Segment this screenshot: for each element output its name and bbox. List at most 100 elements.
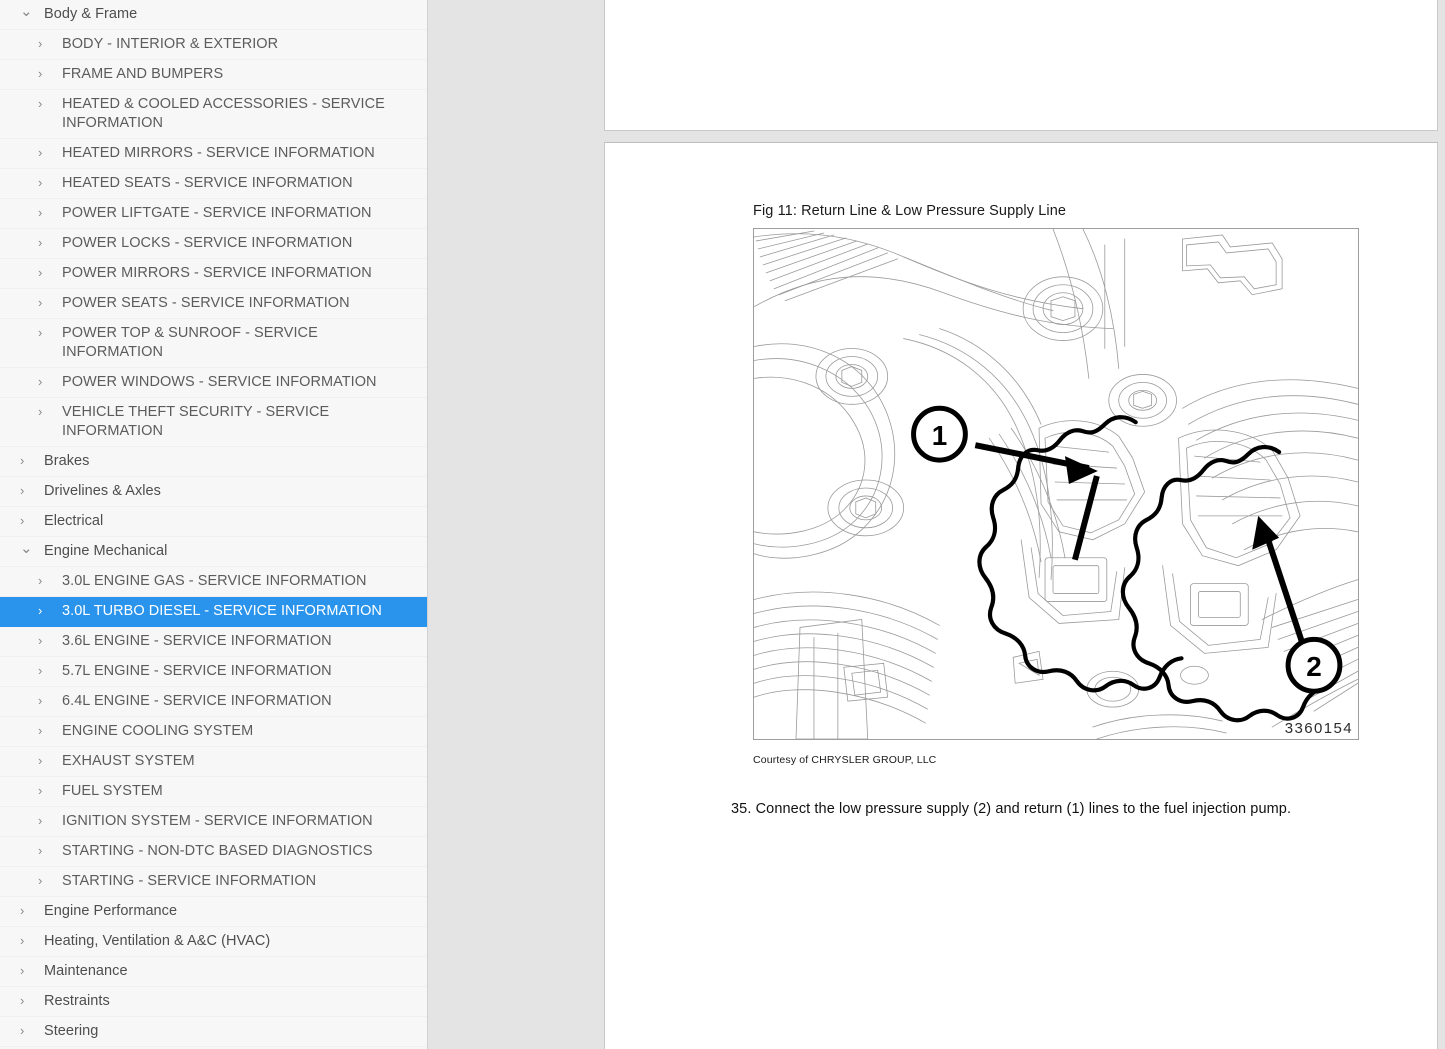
tree-item-3-0l-turbo-diesel-service-information[interactable]: ›3.0L TURBO DIESEL - SERVICE INFORMATION bbox=[0, 597, 427, 627]
tree-item-fuel-system[interactable]: ›FUEL SYSTEM bbox=[0, 777, 427, 807]
tree-item-heating-ventilation-a-c-hvac[interactable]: ›Heating, Ventilation & A&C (HVAC) bbox=[0, 927, 427, 957]
chevron-right-icon[interactable]: › bbox=[38, 174, 51, 192]
svg-text:2: 2 bbox=[1306, 651, 1322, 682]
tree-item-maintenance[interactable]: ›Maintenance bbox=[0, 957, 427, 987]
chevron-right-icon[interactable]: › bbox=[38, 842, 51, 860]
svg-text:1: 1 bbox=[932, 420, 948, 451]
tree-item-label: Steering bbox=[31, 1022, 427, 1041]
document-card-current: Fig 11: Return Line & Low Pressure Suppl… bbox=[604, 142, 1438, 1049]
tree-item-body-interior-exterior[interactable]: ›BODY - INTERIOR & EXTERIOR bbox=[0, 30, 427, 60]
chevron-right-icon[interactable]: › bbox=[18, 902, 31, 920]
chevron-down-icon[interactable]: ⌄ bbox=[18, 542, 31, 555]
tree-item-label: STARTING - SERVICE INFORMATION bbox=[51, 872, 427, 891]
tree-item-label: Engine Performance bbox=[31, 902, 427, 921]
tree-item-label: Engine Mechanical bbox=[31, 542, 427, 561]
chevron-right-icon[interactable]: › bbox=[38, 602, 51, 620]
tree-item-label: 6.4L ENGINE - SERVICE INFORMATION bbox=[51, 692, 427, 711]
tree-item-heated-mirrors-service-information[interactable]: ›HEATED MIRRORS - SERVICE INFORMATION bbox=[0, 139, 427, 169]
tree-item-5-7l-engine-service-information[interactable]: ›5.7L ENGINE - SERVICE INFORMATION bbox=[0, 657, 427, 687]
tree-item-power-liftgate-service-information[interactable]: ›POWER LIFTGATE - SERVICE INFORMATION bbox=[0, 199, 427, 229]
tree-item-power-locks-service-information[interactable]: ›POWER LOCKS - SERVICE INFORMATION bbox=[0, 229, 427, 259]
tree-item-label: Body & Frame bbox=[31, 5, 427, 24]
tree-item-label: Maintenance bbox=[31, 962, 427, 981]
chevron-right-icon[interactable]: › bbox=[38, 65, 51, 83]
chevron-right-icon[interactable]: › bbox=[38, 692, 51, 710]
tree-item-label: POWER LOCKS - SERVICE INFORMATION bbox=[51, 234, 427, 253]
tree-item-engine-mechanical[interactable]: ⌄Engine Mechanical bbox=[0, 537, 427, 567]
tree-item-starting-non-dtc-based-diagnostics[interactable]: ›STARTING - NON-DTC BASED DIAGNOSTICS bbox=[0, 837, 427, 867]
chevron-right-icon[interactable]: › bbox=[38, 722, 51, 740]
tree-item-label: Restraints bbox=[31, 992, 427, 1011]
chevron-right-icon[interactable]: › bbox=[18, 452, 31, 470]
tree-item-ignition-system-service-information[interactable]: ›IGNITION SYSTEM - SERVICE INFORMATION bbox=[0, 807, 427, 837]
document-content-pane[interactable]: Fig 11: Return Line & Low Pressure Suppl… bbox=[428, 0, 1445, 1049]
tree-item-starting-service-information[interactable]: ›STARTING - SERVICE INFORMATION bbox=[0, 867, 427, 897]
chevron-right-icon[interactable]: › bbox=[38, 662, 51, 680]
tree-item-drivelines-axles[interactable]: ›Drivelines & Axles bbox=[0, 477, 427, 507]
tree-item-brakes[interactable]: ›Brakes bbox=[0, 447, 427, 477]
tree-item-3-6l-engine-service-information[interactable]: ›3.6L ENGINE - SERVICE INFORMATION bbox=[0, 627, 427, 657]
chevron-right-icon[interactable]: › bbox=[38, 294, 51, 312]
tree-item-engine-cooling-system[interactable]: ›ENGINE COOLING SYSTEM bbox=[0, 717, 427, 747]
tree-item-label: FUEL SYSTEM bbox=[51, 782, 427, 801]
tree-item-label: 3.6L ENGINE - SERVICE INFORMATION bbox=[51, 632, 427, 651]
tree-item-electrical[interactable]: ›Electrical bbox=[0, 507, 427, 537]
chevron-right-icon[interactable]: › bbox=[18, 482, 31, 500]
navigation-sidebar[interactable]: ⌄Body & Frame›BODY - INTERIOR & EXTERIOR… bbox=[0, 0, 428, 1049]
chevron-down-icon[interactable]: ⌄ bbox=[18, 5, 31, 18]
tree-item-label: IGNITION SYSTEM - SERVICE INFORMATION bbox=[51, 812, 427, 831]
tree-item-label: VEHICLE THEFT SECURITY - SERVICE INFORMA… bbox=[51, 403, 427, 441]
tree-item-body-frame[interactable]: ⌄Body & Frame bbox=[0, 0, 427, 30]
tree-item-label: EXHAUST SYSTEM bbox=[51, 752, 427, 771]
tree-item-power-top-sunroof-service-information[interactable]: ›POWER TOP & SUNROOF - SERVICE INFORMATI… bbox=[0, 319, 427, 368]
tree-item-heated-cooled-accessories-service-information[interactable]: ›HEATED & COOLED ACCESSORIES - SERVICE I… bbox=[0, 90, 427, 139]
chevron-right-icon[interactable]: › bbox=[38, 403, 51, 421]
figure-courtesy-line: Courtesy of CHRYSLER GROUP, LLC bbox=[753, 754, 1437, 766]
tree-item-power-seats-service-information[interactable]: ›POWER SEATS - SERVICE INFORMATION bbox=[0, 289, 427, 319]
chevron-right-icon[interactable]: › bbox=[18, 962, 31, 980]
chevron-right-icon[interactable]: › bbox=[38, 872, 51, 890]
chevron-right-icon[interactable]: › bbox=[38, 324, 51, 342]
tree-item-label: 5.7L ENGINE - SERVICE INFORMATION bbox=[51, 662, 427, 681]
tree-item-power-mirrors-service-information[interactable]: ›POWER MIRRORS - SERVICE INFORMATION bbox=[0, 259, 427, 289]
chevron-right-icon[interactable]: › bbox=[38, 373, 51, 391]
tree-item-label: HEATED & COOLED ACCESSORIES - SERVICE IN… bbox=[51, 95, 427, 133]
chevron-right-icon[interactable]: › bbox=[38, 632, 51, 650]
tree-item-power-windows-service-information[interactable]: ›POWER WINDOWS - SERVICE INFORMATION bbox=[0, 368, 427, 398]
tree-item-engine-performance[interactable]: ›Engine Performance bbox=[0, 897, 427, 927]
chevron-right-icon[interactable]: › bbox=[38, 95, 51, 113]
tree-item-label: Electrical bbox=[31, 512, 427, 531]
chevron-right-icon[interactable]: › bbox=[38, 35, 51, 53]
chevron-right-icon[interactable]: › bbox=[38, 782, 51, 800]
chevron-right-icon[interactable]: › bbox=[38, 234, 51, 252]
tree-item-vehicle-theft-security-service-information[interactable]: ›VEHICLE THEFT SECURITY - SERVICE INFORM… bbox=[0, 398, 427, 447]
tree-item-label: HEATED SEATS - SERVICE INFORMATION bbox=[51, 174, 427, 193]
chevron-right-icon[interactable]: › bbox=[38, 144, 51, 162]
tree-item-label: ENGINE COOLING SYSTEM bbox=[51, 722, 427, 741]
tree-item-3-0l-engine-gas-service-information[interactable]: ›3.0L ENGINE GAS - SERVICE INFORMATION bbox=[0, 567, 427, 597]
chevron-right-icon[interactable]: › bbox=[38, 572, 51, 590]
tree-item-heated-seats-service-information[interactable]: ›HEATED SEATS - SERVICE INFORMATION bbox=[0, 169, 427, 199]
document-body: Fig 11: Return Line & Low Pressure Suppl… bbox=[605, 143, 1437, 817]
figure-part-number: 3360154 bbox=[1285, 720, 1353, 737]
chevron-right-icon[interactable]: › bbox=[18, 1022, 31, 1040]
chevron-right-icon[interactable]: › bbox=[38, 204, 51, 222]
tree-item-6-4l-engine-service-information[interactable]: ›6.4L ENGINE - SERVICE INFORMATION bbox=[0, 687, 427, 717]
chevron-right-icon[interactable]: › bbox=[38, 812, 51, 830]
chevron-right-icon[interactable]: › bbox=[38, 752, 51, 770]
tree-item-label: 3.0L TURBO DIESEL - SERVICE INFORMATION bbox=[51, 602, 427, 621]
tree-item-steering[interactable]: ›Steering bbox=[0, 1017, 427, 1047]
tree-item-label: 3.0L ENGINE GAS - SERVICE INFORMATION bbox=[51, 572, 427, 591]
chevron-right-icon[interactable]: › bbox=[38, 264, 51, 282]
tree-item-frame-and-bumpers[interactable]: ›FRAME AND BUMPERS bbox=[0, 60, 427, 90]
chevron-right-icon[interactable]: › bbox=[18, 992, 31, 1010]
tree-item-label: HEATED MIRRORS - SERVICE INFORMATION bbox=[51, 144, 427, 163]
tree-item-restraints[interactable]: ›Restraints bbox=[0, 987, 427, 1017]
tree-item-label: POWER MIRRORS - SERVICE INFORMATION bbox=[51, 264, 427, 283]
tree-item-exhaust-system[interactable]: ›EXHAUST SYSTEM bbox=[0, 747, 427, 777]
chevron-right-icon[interactable]: › bbox=[18, 512, 31, 530]
chevron-right-icon[interactable]: › bbox=[18, 932, 31, 950]
content-right-gutter bbox=[1438, 0, 1445, 1049]
tree-item-label: STARTING - NON-DTC BASED DIAGNOSTICS bbox=[51, 842, 427, 861]
tree-item-label: BODY - INTERIOR & EXTERIOR bbox=[51, 35, 427, 54]
